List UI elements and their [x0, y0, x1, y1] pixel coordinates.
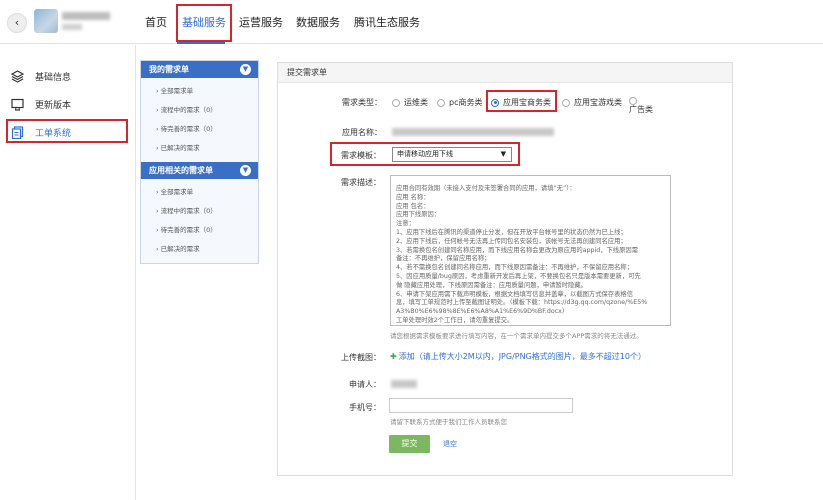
description-line: 注意： [396, 220, 415, 228]
list-item-to-improve[interactable]: › 待完善的需求（0） [156, 221, 258, 240]
chevron-down-icon[interactable]: ▼ [240, 64, 251, 75]
phone-label: 手机号： [349, 403, 381, 412]
description-line: 4、若不需换包名创建同名称应用，而下线原因需备注：不再维护，不保留应用名称； [396, 264, 633, 272]
app-subtitle-redacted [62, 24, 82, 30]
radio-ops[interactable]: 运维类 [392, 97, 428, 108]
chevron-left-icon: ‹ [14, 16, 20, 29]
description-line: 工单处理时效2个工作日，请勿重复提交。 [396, 316, 514, 324]
nav-data-services[interactable]: 数据服务 [296, 14, 340, 30]
description-line: 应用合同有效期（未接入支付及未签署合同的应用，请填“无”）： [396, 185, 576, 192]
radio-pc-business[interactable]: pc商务类 [437, 97, 482, 108]
radio-label: 广告类 [629, 105, 653, 114]
upload-label: 上传截图： [341, 353, 381, 362]
sidebar-item-basic-info[interactable]: 基础信息 [10, 70, 72, 83]
cancel-link[interactable]: 退空 [443, 439, 457, 449]
monitor-icon [11, 98, 24, 111]
highlight-template [330, 142, 520, 166]
description-line: 息，填写工单规范时上传至截图证明处。（模板下载：https://d3g.qq.c… [396, 299, 648, 307]
highlight-nav-basic-services [176, 4, 232, 42]
applicant-redacted [391, 380, 417, 388]
highlight-ticket-system [6, 119, 128, 143]
app-logo [34, 9, 58, 33]
nav-tencent-ecosystem[interactable]: 腾讯生态服务 [354, 14, 420, 30]
radio-ads[interactable]: 广告类 [629, 97, 663, 115]
plus-icon[interactable]: ✚ [390, 352, 397, 361]
description-line: 应用 名称： [396, 193, 430, 201]
sidebar-item-label: 基础信息 [35, 73, 72, 83]
phone-hint: 请留下联系方式便于我们工作人员联系您 [390, 418, 507, 426]
submit-button[interactable]: 提交 [389, 435, 430, 453]
list-item-label: 全部需求单 [160, 188, 194, 196]
description-line: A3%B0%E6%98%8E%E6%A8%A1%E6%9D%BF.docx） [396, 308, 569, 316]
layers-icon [10, 70, 25, 83]
description-textarea[interactable]: 应用合同有效期（未接入支付及未签署合同的应用，请填“无”）： 应用 名称： 应用… [390, 175, 671, 326]
app-name-redacted [392, 128, 554, 136]
radio-label: 应用宝游戏类 [574, 98, 622, 107]
sidebar-item-label: 更新版本 [35, 101, 72, 111]
list-item-to-improve[interactable]: › 待完善的需求（0） [156, 120, 258, 139]
left-sidebar [0, 45, 136, 500]
list-item-label: 待完善的需求（0） [160, 226, 217, 234]
radio-circle [437, 98, 445, 107]
app-name-label: 应用名称： [342, 128, 382, 137]
list-item-resolved[interactable]: › 已解决的需求 [156, 240, 258, 259]
sidebar-item-update-version[interactable]: 更新版本 [11, 98, 71, 111]
nav-home[interactable]: 首页 [145, 14, 167, 30]
radio-label: 运维类 [404, 98, 428, 107]
top-nav-bar: ‹ 首页 基础服务 运营服务 数据服务 腾讯生态服务 [0, 0, 823, 44]
radio-circle [562, 98, 570, 107]
radio-circle [629, 97, 637, 105]
list-item-label: 流程中的需求（0） [160, 106, 217, 114]
list-item-all-requests[interactable]: › 全部需求单 [156, 183, 258, 202]
list-item-resolved[interactable]: › 已解决的需求 [156, 139, 258, 158]
description-line: 2、应用下线后，任何帐号无法再上传同包名安装包，该帐号无法再创建同名应用； [396, 237, 627, 245]
group-title: 我的需求单 [149, 65, 189, 74]
description-line: 应用下线原因： [396, 211, 441, 219]
highlight-yyb-business [486, 90, 557, 112]
description-hint: 请您根据需求模板要求进行填写内容，在一个需求单内提交多个APP需求的将无法通过。 [390, 332, 643, 340]
list-item-label: 全部需求单 [160, 87, 194, 95]
list-item-label: 待完善的需求（0） [160, 125, 217, 133]
back-button[interactable]: ‹ [7, 13, 27, 33]
list-item-label: 已解决的需求 [160, 245, 200, 253]
form-title: 提交需求单 [278, 63, 732, 83]
list-item-all-requests[interactable]: › 全部需求单 [156, 82, 258, 101]
radio-label: pc商务类 [449, 98, 483, 107]
list-item-label: 流程中的需求（0） [160, 207, 217, 215]
group-header-app-requests[interactable]: 应用相关的需求单 ▼ [141, 162, 258, 179]
upload-area: ✚ 添加（请上传大小2M以内，JPG/PNG格式的图片，最多不超过10个） [390, 351, 646, 362]
description-line: 1、应用下线后在腾讯的渠道停止分发，但在开放平台帐号里的状态仍然为已上线； [396, 228, 627, 236]
nav-operation-services[interactable]: 运营服务 [239, 14, 283, 30]
description-line: 做 隐藏应用处理，下线原因需备注：应用质量问题，申请暂时隐藏。 [396, 281, 587, 289]
description-label: 需求描述： [341, 178, 381, 187]
type-label: 需求类型： [342, 98, 382, 107]
applicant-label: 申请人： [349, 380, 381, 389]
phone-input[interactable] [389, 398, 573, 413]
radio-yyb-game[interactable]: 应用宝游戏类 [562, 97, 622, 108]
list-item-in-progress[interactable]: › 流程中的需求（0） [156, 101, 258, 120]
description-line: 备注：不再维护，保留应用名称； [396, 255, 491, 263]
radio-circle [392, 98, 400, 107]
chevron-down-icon[interactable]: ▼ [240, 165, 251, 176]
group-header-my-requests[interactable]: 我的需求单 ▼ [141, 61, 258, 78]
list-item-label: 已解决的需求 [160, 144, 200, 152]
list-item-in-progress[interactable]: › 流程中的需求（0） [156, 202, 258, 221]
upload-note: （请上传大小2M以内，JPG/PNG格式的图片，最多不超过10个） [414, 352, 646, 361]
upload-add-link[interactable]: 添加 [399, 352, 415, 361]
app-name-redacted [62, 12, 110, 20]
request-list-panel: 我的需求单 ▼ › 全部需求单 › 流程中的需求（0） › 待完善的需求（0） … [140, 60, 259, 264]
description-line: 5、因应用质量/bug原因，考虑重新开发后再上架，不要换包名只是版本需要更新，可… [396, 272, 641, 280]
group-title: 应用相关的需求单 [149, 166, 213, 175]
